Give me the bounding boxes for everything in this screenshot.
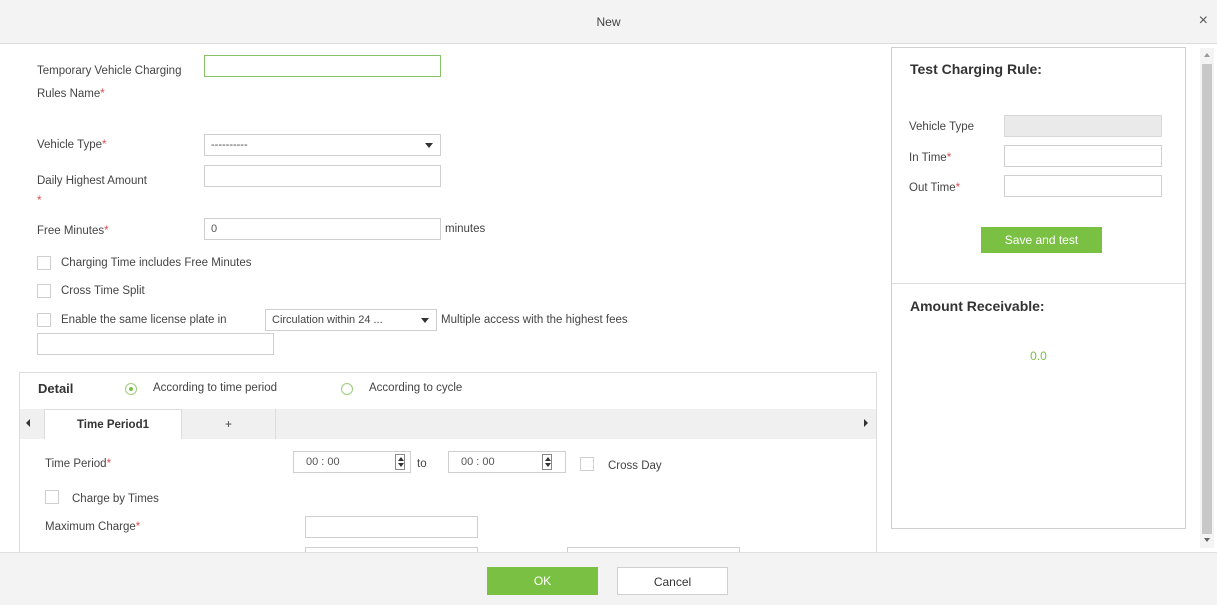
test-out-time-input[interactable] [1004,175,1162,197]
same-plate-label: Enable the same license plate in [61,314,227,326]
time-period-radio[interactable] [125,383,137,395]
scrollbar-thumb[interactable] [1202,64,1212,534]
charging-includes-free-checkbox[interactable] [37,256,51,270]
scroll-left-icon[interactable] [26,419,30,427]
dialog-titlebar: New × [0,0,1217,44]
vertical-scrollbar[interactable] [1200,48,1214,548]
add-tab-button[interactable]: + [225,417,232,431]
daily-highest-label: Daily Highest Amount * [37,175,147,207]
detail-title: Detail [38,381,74,396]
test-charging-panel: Test Charging Rule: Vehicle Type In Time… [891,47,1186,529]
charge-by-times-label: Charge by Times [72,493,159,505]
test-panel-title: Test Charging Rule: [910,61,1042,77]
cross-time-split-checkbox[interactable] [37,284,51,298]
rule-name-label: Temporary Vehicle Charging Rules Name* [37,65,182,100]
time-from-input[interactable]: 00 : 00 [293,451,411,473]
circulation-select[interactable]: Circulation within 24 ... [265,309,437,331]
dialog-title: New [596,15,621,29]
maximum-charge-input[interactable] [305,516,478,538]
same-plate-checkbox[interactable] [37,313,51,327]
multiple-access-label: Multiple access with the highest fees [441,314,628,326]
test-vehicle-type-label: Vehicle Type [909,121,975,133]
maximum-charge-label: Maximum Charge* [45,521,141,533]
cycle-radio[interactable] [341,383,353,395]
ok-button[interactable]: OK [487,567,598,595]
close-icon[interactable]: × [1199,12,1208,30]
dialog-footer: OK Cancel [0,552,1217,605]
time-period-label: Time Period* [45,458,112,470]
daily-highest-input[interactable] [204,165,441,187]
cross-day-label: Cross Day [608,460,662,472]
cycle-option-label: According to cycle [369,382,463,394]
period-tabbar: Time Period1 + [20,409,876,439]
scroll-up-icon[interactable] [1204,53,1210,57]
to-label: to [417,458,427,470]
scroll-down-icon[interactable] [1204,538,1210,542]
vehicle-type-label: Vehicle Type* [37,139,107,151]
detail-panel: Detail According to time period Accordin… [19,372,877,552]
cross-day-checkbox[interactable] [580,457,594,471]
free-minutes-input[interactable]: 0 [204,218,441,240]
test-in-time-input[interactable] [1004,145,1162,167]
tab-divider [275,409,276,439]
amount-receivable-title: Amount Receivable: [910,298,1045,314]
free-minutes-unit: minutes [445,223,486,235]
scroll-right-icon[interactable] [864,419,868,427]
chevron-down-icon [425,143,433,148]
extra-input[interactable] [37,333,274,355]
charge-by-times-checkbox[interactable] [45,490,59,504]
amount-receivable-value: 0.0 [1030,349,1047,363]
vehicle-type-select[interactable]: ---------- [204,134,441,156]
save-and-test-button[interactable]: Save and test [981,227,1102,253]
test-vehicle-type-input [1004,115,1162,137]
free-minutes-label: Free Minutes* [37,225,109,237]
time-period-option-label: According to time period [153,382,278,394]
time-from-stepper[interactable] [395,454,405,470]
test-in-time-label: In Time* [909,152,952,164]
time-to-stepper[interactable] [542,454,552,470]
panel-divider [892,283,1185,284]
cross-time-split-label: Cross Time Split [61,285,145,297]
rule-name-input[interactable] [204,55,441,77]
test-out-time-label: Out Time* [909,182,961,194]
chevron-down-icon [421,318,429,323]
tab-time-period1[interactable]: Time Period1 [44,409,182,439]
charging-includes-free-label: Charging Time includes Free Minutes [61,257,252,269]
cancel-button[interactable]: Cancel [617,567,728,595]
